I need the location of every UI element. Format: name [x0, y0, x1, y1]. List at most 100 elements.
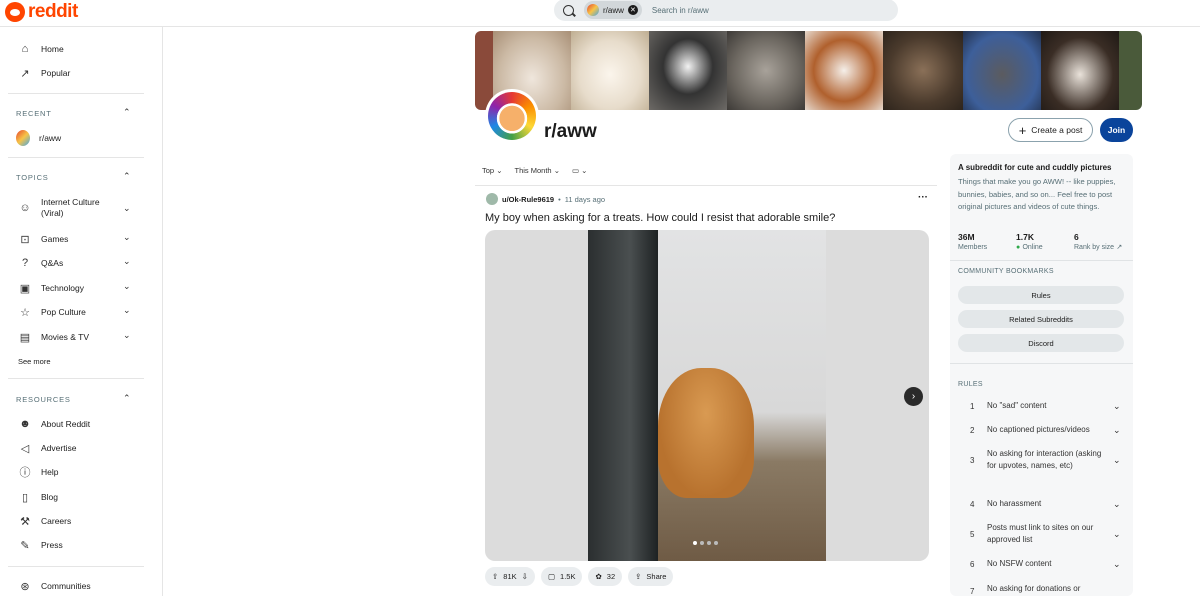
gamepad-icon: ⊡: [20, 233, 30, 246]
sidebar-item-press[interactable]: ✎ Press: [18, 538, 63, 552]
sort-top-label: Top: [482, 166, 495, 175]
rule-item[interactable]: 1 No "sad" content ⌄: [958, 400, 1128, 412]
next-image-button[interactable]: ›: [904, 387, 923, 406]
banner-image: [1119, 31, 1142, 110]
rule-item[interactable]: 7 No asking for donations or: [958, 583, 1128, 596]
comments-button[interactable]: ▢ 1.5K: [540, 567, 583, 586]
view-toggle-icon[interactable]: ▭ ⌄: [572, 166, 587, 175]
see-more-link[interactable]: See more: [18, 357, 51, 366]
create-post-button[interactable]: + Create a post: [1008, 118, 1093, 142]
upvote-icon[interactable]: ⇧: [492, 572, 498, 581]
rule-item[interactable]: 2 No captioned pictures/videos ⌄: [958, 424, 1128, 436]
chevron-up-icon[interactable]: ⌃: [123, 393, 131, 404]
bookmark-rules-button[interactable]: Rules: [958, 286, 1124, 304]
bookmark-discord-button[interactable]: Discord: [958, 334, 1124, 352]
banner-image: [571, 31, 649, 110]
sidebar-item-label: Pop Culture: [41, 307, 86, 317]
chevron-down-icon[interactable]: ⌄: [123, 232, 131, 243]
sidebar-item-about-reddit[interactable]: ☻ About Reddit: [18, 417, 90, 431]
sidebar-item-label: Popular: [41, 68, 71, 78]
chevron-down-icon[interactable]: ⌄: [123, 330, 131, 341]
chevron-down-icon: ⌄: [1113, 498, 1121, 509]
chevron-up-icon[interactable]: ⌃: [123, 107, 131, 118]
rule-item[interactable]: 6 No NSFW content ⌄: [958, 558, 1128, 570]
sort-time-label: This Month: [514, 166, 552, 175]
carousel-dot: [707, 541, 711, 545]
sidebar-item-popular[interactable]: ↗ Popular: [18, 66, 70, 80]
banner-image: [1041, 31, 1119, 110]
sidebar-item-label: Press: [41, 540, 63, 550]
chevron-down-icon[interactable]: ⌄: [123, 305, 131, 316]
carousel-dot: [693, 541, 697, 545]
rule-item[interactable]: 5 Posts must link to sites on our approv…: [958, 522, 1128, 546]
clapper-icon: ▤: [19, 331, 31, 344]
megaphone-icon: ◁: [20, 442, 30, 455]
downvote-icon[interactable]: ⇩: [522, 572, 528, 581]
rule-number: 6: [970, 559, 975, 569]
chevron-up-icon[interactable]: ⌃: [123, 171, 131, 182]
post-media[interactable]: [485, 230, 929, 561]
clear-scope-icon[interactable]: ✕: [627, 5, 638, 15]
sidebar-item-home[interactable]: ⌂ Home: [18, 42, 64, 56]
chevron-down-icon: ⌄: [496, 166, 503, 175]
star-icon: ☆: [20, 306, 30, 319]
sidebar-item-label: Games: [41, 234, 69, 244]
sidebar-item-communities[interactable]: ⊛ Communities: [18, 579, 90, 593]
sidebar-item-help[interactable]: ⓘ Help: [18, 465, 59, 479]
subreddit-avatar-icon: [16, 130, 30, 146]
rule-item[interactable]: 4 No harassment ⌄: [958, 498, 1128, 510]
plus-icon: +: [1018, 122, 1027, 138]
sidebar-item-label: Internet Culture (Viral): [41, 197, 100, 218]
sidebar-item-movies-tv[interactable]: ▤ Movies & TV: [18, 330, 89, 344]
sidebar-item-technology[interactable]: ▣ Technology: [18, 281, 84, 295]
sidebar-item-label: Help: [41, 467, 59, 477]
left-sidebar: ⌂ Home ↗ Popular RECENT ⌃ r/aww TOPICS ⌃…: [0, 27, 163, 596]
sidebar-divider: [8, 378, 144, 379]
search-icon: [563, 4, 574, 16]
rule-text: No harassment: [987, 499, 1042, 508]
sidebar-item-internet-culture[interactable]: ☺ Internet Culture (Viral): [18, 197, 100, 219]
reddit-icon: ☻: [19, 418, 31, 430]
sidebar-item-label: Movies & TV: [41, 332, 90, 342]
chevron-down-icon[interactable]: ⌄: [123, 256, 131, 267]
chevron-down-icon[interactable]: ⌄: [123, 203, 131, 214]
sidebar-item-raww[interactable]: r/aww: [16, 130, 61, 146]
search-scope-chip[interactable]: r/aww ✕: [584, 1, 642, 19]
carousel-dots: [693, 541, 718, 545]
rule-number: 7: [970, 587, 975, 596]
post-author[interactable]: u/Ok-Rule9619: [502, 195, 554, 204]
sidebar-item-blog[interactable]: ▯ Blog: [18, 490, 58, 504]
post-title[interactable]: My boy when asking for a treats. How cou…: [485, 212, 835, 224]
search-input[interactable]: Search in r/aww: [652, 6, 709, 15]
sort-top-dropdown[interactable]: Top ⌄: [482, 166, 502, 175]
reddit-logo[interactable]: reddit: [5, 1, 78, 23]
sort-time-dropdown[interactable]: This Month ⌄: [514, 166, 560, 175]
resources-heading: RESOURCES: [16, 395, 71, 404]
chevron-down-icon[interactable]: ⌄: [123, 281, 131, 292]
sidebar-item-advertise[interactable]: ◁ Advertise: [18, 441, 77, 455]
chair-shape: [588, 230, 658, 561]
members-value: 36M: [958, 232, 975, 242]
sidebar-item-careers[interactable]: ⚒ Careers: [18, 514, 71, 528]
share-button[interactable]: ⇪ Share: [628, 567, 674, 586]
more-options-icon[interactable]: ···: [918, 192, 928, 203]
banner-image: [883, 31, 963, 110]
bookmark-related-button[interactable]: Related Subreddits: [958, 310, 1124, 328]
search-bar[interactable]: r/aww ✕ Search in r/aww: [554, 0, 898, 21]
bookmarks-heading: COMMUNITY BOOKMARKS: [958, 268, 1054, 275]
rule-number: 5: [970, 529, 975, 539]
rank-stat: 6 Rank by size ↗: [1074, 232, 1122, 251]
cat-shape: [658, 368, 754, 498]
rule-text: No asking for donations or: [987, 584, 1081, 593]
comment-count: 1.5K: [560, 572, 576, 581]
rule-number: 1: [970, 401, 975, 411]
join-button[interactable]: Join: [1100, 118, 1133, 142]
sidebar-divider: [8, 157, 144, 158]
sidebar-item-qas[interactable]: ? Q&As: [18, 256, 63, 270]
user-avatar-icon[interactable]: [486, 193, 498, 205]
sidebar-item-pop-culture[interactable]: ☆ Pop Culture: [18, 305, 86, 319]
award-button[interactable]: ✿ 32: [588, 567, 623, 586]
external-link-icon[interactable]: ↗: [1116, 244, 1122, 251]
sidebar-item-games[interactable]: ⊡ Games: [18, 232, 68, 246]
rule-item[interactable]: 3 No asking for interaction (asking for …: [958, 448, 1128, 472]
